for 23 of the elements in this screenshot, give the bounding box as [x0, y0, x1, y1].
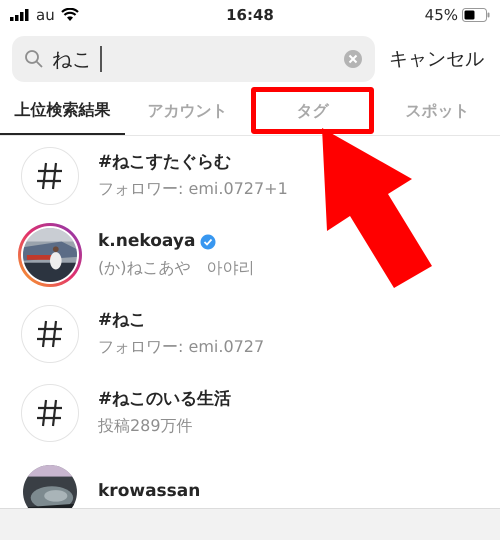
cancel-button[interactable]: キャンセル: [389, 44, 484, 74]
result-title[interactable]: #ねこすたぐらむ: [98, 150, 232, 176]
hashtag-icon: [36, 398, 64, 428]
search-icon: [24, 49, 44, 69]
result-title[interactable]: #ねこのいる生活: [98, 386, 232, 412]
result-subtitle: (か)ねこあや 아야리: [98, 257, 254, 280]
result-subtitle: フォロワー: emi.0727+1: [98, 178, 288, 200]
search-field[interactable]: ねこ: [12, 36, 375, 82]
clock-time: 16:48: [226, 4, 274, 26]
search-text: ねこ: [52, 46, 92, 73]
hashtag-icon: [36, 160, 64, 190]
result-subtitle: 投稿289万件: [98, 415, 194, 438]
result-subtitle: フォロワー: emi.0727: [98, 336, 264, 358]
signal-icon: [10, 9, 30, 21]
hashtag-icon: [36, 318, 64, 348]
battery-percent: 45%: [424, 4, 458, 26]
carrier-name: au: [36, 4, 55, 26]
battery-icon: [462, 8, 490, 22]
result-title[interactable]: krowassan: [98, 478, 200, 504]
wifi-icon: [60, 8, 79, 22]
result-title[interactable]: #ねこ: [98, 308, 146, 334]
tab[interactable]: 上位検索結果: [0, 86, 125, 135]
result-title[interactable]: k.nekoaya: [98, 228, 196, 254]
